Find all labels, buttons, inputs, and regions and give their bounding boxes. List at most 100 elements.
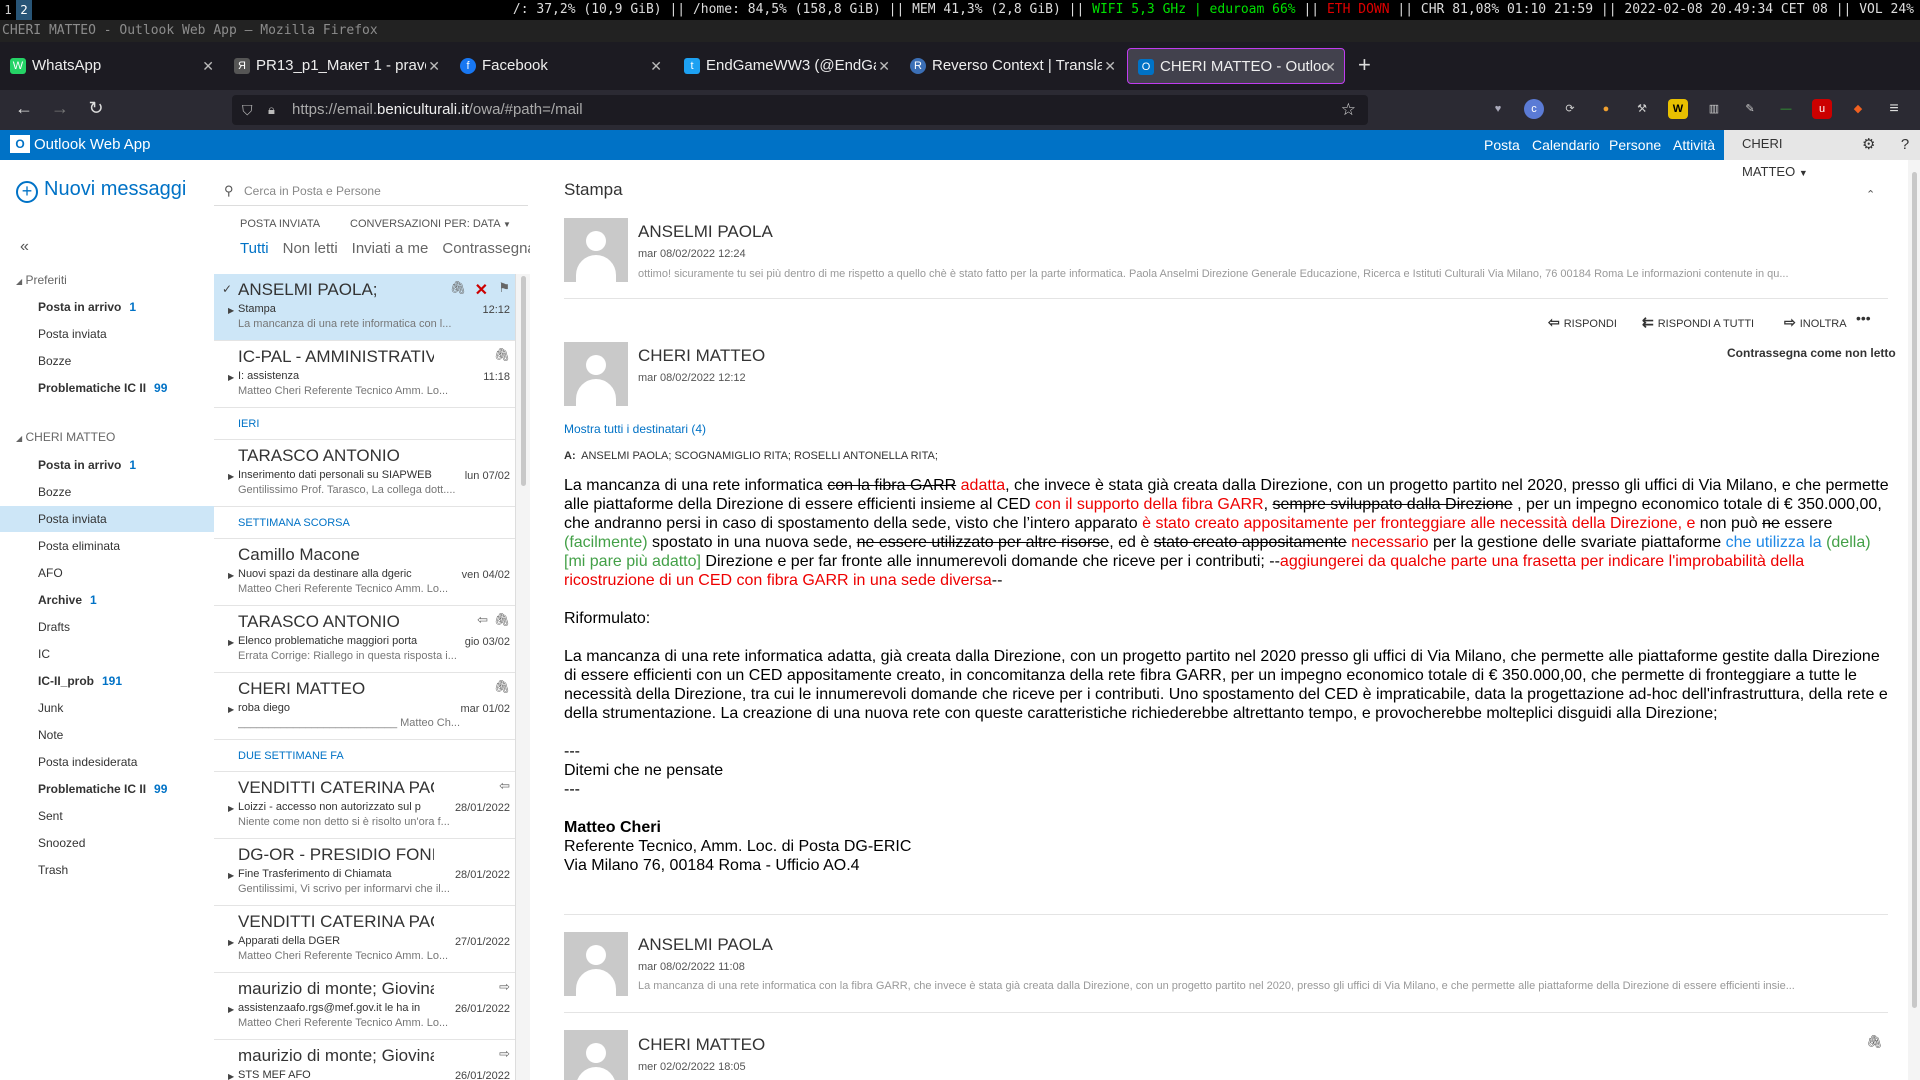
account-header[interactable]: ◢ CHERI MATTEO — [16, 430, 115, 444]
reload-icon[interactable]: ↻ — [84, 98, 108, 119]
message-sender[interactable]: CHERI MATTEO — [638, 1035, 765, 1055]
collapse-pane-icon[interactable]: « — [20, 238, 29, 256]
folder-fav-3[interactable]: Problematiche IC II 99 — [0, 375, 214, 401]
list-item[interactable]: ▶ VENDITTI CATERINA PAOLA Loizzi - accesso… — [214, 772, 515, 839]
collapse-conversation-icon[interactable]: ⌃ — [1866, 188, 1875, 201]
message-sender[interactable]: ANSELMI PAOLA — [638, 222, 773, 242]
tab-outlook[interactable]: O CHERI MATTEO - Outlook ✕ — [1127, 48, 1345, 84]
nav-attivita[interactable]: Attività — [1673, 130, 1715, 160]
bookmark-star-icon[interactable]: ☆ — [1341, 95, 1356, 125]
tab-whatsapp[interactable]: W WhatsApp ✕ — [0, 48, 222, 84]
library-icon[interactable]: ▥ — [1704, 99, 1724, 119]
lock-icon[interactable]: 🔒︎ — [268, 95, 275, 125]
reply-button[interactable]: ⇦ RISPONDI — [1548, 314, 1617, 331]
folder-acc-7[interactable]: IC — [0, 641, 214, 667]
forward-icon[interactable]: → — [48, 98, 72, 119]
folder-acc-3[interactable]: Posta eliminata — [0, 533, 214, 559]
expand-triangle-icon[interactable]: ▶ — [228, 1005, 234, 1014]
expand-triangle-icon[interactable]: ▶ — [228, 571, 234, 580]
workspace-2[interactable]: 2 — [16, 0, 32, 20]
url-bar[interactable]: ⛉ 🔒︎ https://email.beniculturali.it/owa/… — [232, 95, 1368, 125]
list-item[interactable]: ▶ TARASCO ANTONIO Elenco problematiche mag… — [214, 606, 515, 673]
scrollbar-thumb[interactable] — [521, 276, 526, 486]
list-item[interactable]: ▶ DG-OR - PRESIDIO FONIA Fine Trasferiment… — [214, 839, 515, 906]
close-tab-icon[interactable]: ✕ — [1104, 48, 1116, 84]
sort-dropdown[interactable]: CONVERSAZIONI PER: DATA ▼ — [350, 218, 511, 230]
close-tab-icon[interactable]: ✕ — [650, 48, 662, 84]
reply-icon[interactable]: ⇦ — [477, 612, 488, 628]
expand-triangle-icon[interactable]: ▶ — [228, 373, 234, 382]
reading-pane-scrollbar[interactable] — [1908, 160, 1920, 1080]
check-icon[interactable]: ✓ — [222, 282, 232, 296]
tab-facebook[interactable]: f Facebook ✕ — [450, 48, 670, 84]
mark-unread-link[interactable]: Contrassegna come non letto — [1727, 346, 1896, 360]
message-preview[interactable]: ottimo! sicuramente tu sei più dentro di… — [638, 268, 1886, 280]
new-tab-icon[interactable]: + — [1358, 52, 1371, 78]
folder-acc-9[interactable]: Junk — [0, 695, 214, 721]
folder-fav-0[interactable]: Posta in arrivo 1 — [0, 294, 214, 320]
user-menu[interactable]: CHERI MATTEO ▼ — [1724, 130, 1838, 179]
close-tab-icon[interactable]: ✕ — [428, 48, 440, 84]
message-sender[interactable]: CHERI MATTEO — [638, 346, 765, 366]
message-sender[interactable]: ANSELMI PAOLA — [638, 935, 773, 955]
folder-acc-4[interactable]: AFO — [0, 560, 214, 586]
folder-acc-12[interactable]: Problematiche IC II 99 — [0, 776, 214, 802]
expand-triangle-icon[interactable]: ▶ — [228, 938, 234, 947]
nav-calendario[interactable]: Calendario — [1532, 130, 1600, 160]
folder-acc-11[interactable]: Posta indesiderata — [0, 749, 214, 775]
tab-pr13[interactable]: Я PR13_p1_Макет 1 - pravda ✕ — [224, 48, 448, 84]
extension-tools-icon[interactable]: ⚒ — [1632, 99, 1652, 119]
reply-icon[interactable]: ⇦ — [499, 778, 510, 794]
nav-posta[interactable]: Posta — [1484, 130, 1520, 163]
expand-triangle-icon[interactable]: ▶ — [228, 472, 234, 481]
list-item[interactable]: ▶ CHERI MATTEO roba diego _________________… — [214, 673, 515, 740]
forward-icon[interactable]: ⇨ — [499, 1046, 510, 1062]
shield-icon[interactable]: ⛉ — [242, 95, 253, 125]
folder-acc-8[interactable]: IC-II_prob 191 — [0, 668, 214, 694]
scrollbar-thumb[interactable] — [1912, 172, 1917, 1008]
list-item[interactable]: ▶ maurizio di monte; Giovina assistenzaafo… — [214, 973, 515, 1040]
folder-acc-14[interactable]: Snoozed — [0, 830, 214, 856]
expand-triangle-icon[interactable]: ▶ — [228, 871, 234, 880]
folder-acc-15[interactable]: Trash — [0, 857, 214, 883]
folder-acc-2[interactable]: Posta inviata — [0, 506, 214, 532]
flag-icon[interactable]: ⚑ — [498, 280, 510, 296]
gear-icon[interactable]: ⚙ — [1862, 130, 1875, 160]
tab-reverso[interactable]: R Reverso Context | Transla ✕ — [900, 48, 1124, 84]
expand-triangle-icon[interactable]: ▶ — [228, 306, 234, 315]
url-text[interactable]: https://email.beniculturali.it/owa/#path… — [292, 95, 583, 125]
folder-acc-13[interactable]: Sent — [0, 803, 214, 829]
expand-triangle-icon[interactable]: ▶ — [228, 804, 234, 813]
message-list-scrollbar[interactable] — [516, 274, 530, 1080]
nav-persone[interactable]: Persone — [1609, 130, 1661, 160]
folder-acc-1[interactable]: Bozze — [0, 479, 214, 505]
folder-fav-1[interactable]: Posta inviata — [0, 321, 214, 347]
folder-acc-6[interactable]: Drafts — [0, 614, 214, 640]
help-icon[interactable]: ? — [1890, 130, 1920, 160]
list-item[interactable]: ✓ ▶ ANSELMI PAOLA; Stampa La mancanza di una… — [214, 274, 515, 341]
show-all-recipients-link[interactable]: Mostra tutti i destinatari (4) — [564, 422, 706, 436]
back-icon[interactable]: ← — [12, 98, 36, 119]
close-tab-icon[interactable]: ✕ — [1324, 49, 1336, 83]
pocket-icon[interactable]: ♥ — [1488, 99, 1508, 119]
list-item[interactable]: ▶ maurizio di monte; Giovina STS MEF AFO 26… — [214, 1040, 515, 1080]
list-item[interactable]: ▶ Camillo Macone Nuovi spazi da destinare … — [214, 539, 515, 606]
new-message-button[interactable]: + Nuovi messaggi — [16, 178, 186, 203]
folder-fav-2[interactable]: Bozze — [0, 348, 214, 374]
extension-fox-icon[interactable]: ◆ — [1848, 99, 1868, 119]
extension-w-icon[interactable]: W — [1668, 99, 1688, 119]
extension-drop-icon[interactable]: ● — [1596, 99, 1616, 119]
extension-sync-icon[interactable]: ⟳ — [1560, 99, 1580, 119]
owa-logo[interactable]: O Outlook Web App — [10, 135, 150, 155]
close-tab-icon[interactable]: ✕ — [202, 48, 214, 84]
reply-all-button[interactable]: ⇇ RISPONDI A TUTTI — [1642, 314, 1754, 331]
message-preview[interactable]: La mancanza di una rete informatica con … — [638, 980, 1886, 992]
expand-triangle-icon[interactable]: ▶ — [228, 638, 234, 647]
folder-acc-0[interactable]: Posta in arrivo 1 — [0, 452, 214, 478]
delete-icon[interactable]: ✕ — [475, 280, 488, 300]
list-item[interactable]: ▶ VENDITTI CATERINA PAOLA Apparati della D… — [214, 906, 515, 973]
forward-icon[interactable]: ⇨ — [499, 979, 510, 995]
filter-contrassegnati[interactable]: Contrassegnati — [442, 240, 530, 257]
extension-dash-icon[interactable]: — — [1776, 99, 1796, 119]
folder-acc-10[interactable]: Note — [0, 722, 214, 748]
